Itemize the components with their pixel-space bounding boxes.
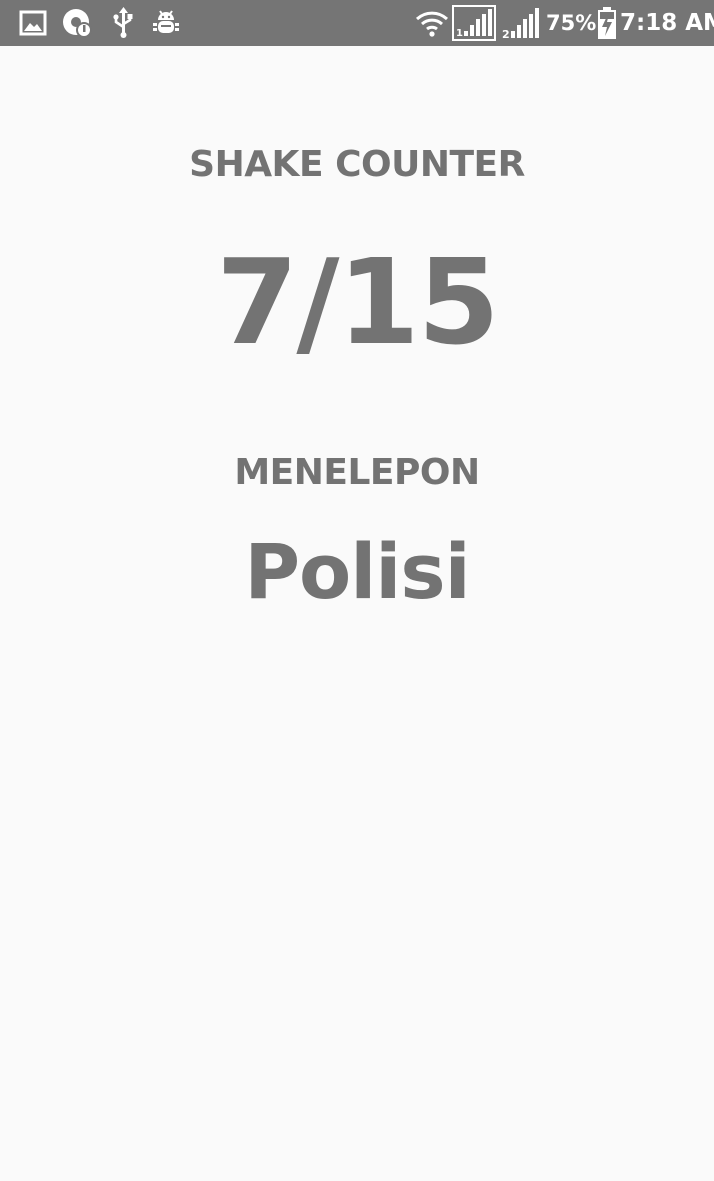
battery-charging-icon: [596, 0, 618, 46]
page-title: SHAKE COUNTER: [189, 144, 525, 185]
signal-sim2-icon: 2: [500, 0, 542, 46]
data-saver-icon: [60, 0, 94, 46]
android-debug-icon: [150, 0, 182, 46]
battery-percentage: 75%: [546, 11, 597, 35]
calling-target: Polisi: [244, 527, 470, 616]
main-content: SHAKE COUNTER 7/15 MENELEPON Polisi: [0, 46, 714, 1181]
wifi-icon: [414, 0, 450, 46]
status-time: 7:18 AM: [620, 10, 714, 36]
svg-text:1: 1: [456, 28, 463, 39]
svg-text:2: 2: [502, 28, 510, 41]
status-bar[interactable]: 1 2 75% 7:18 AM: [0, 0, 714, 46]
calling-label: MENELEPON: [234, 452, 480, 493]
usb-icon: [110, 0, 136, 46]
signal-sim1-icon: 1: [452, 0, 496, 46]
shake-counter-value: 7/15: [216, 233, 499, 371]
image-icon: [18, 0, 48, 46]
